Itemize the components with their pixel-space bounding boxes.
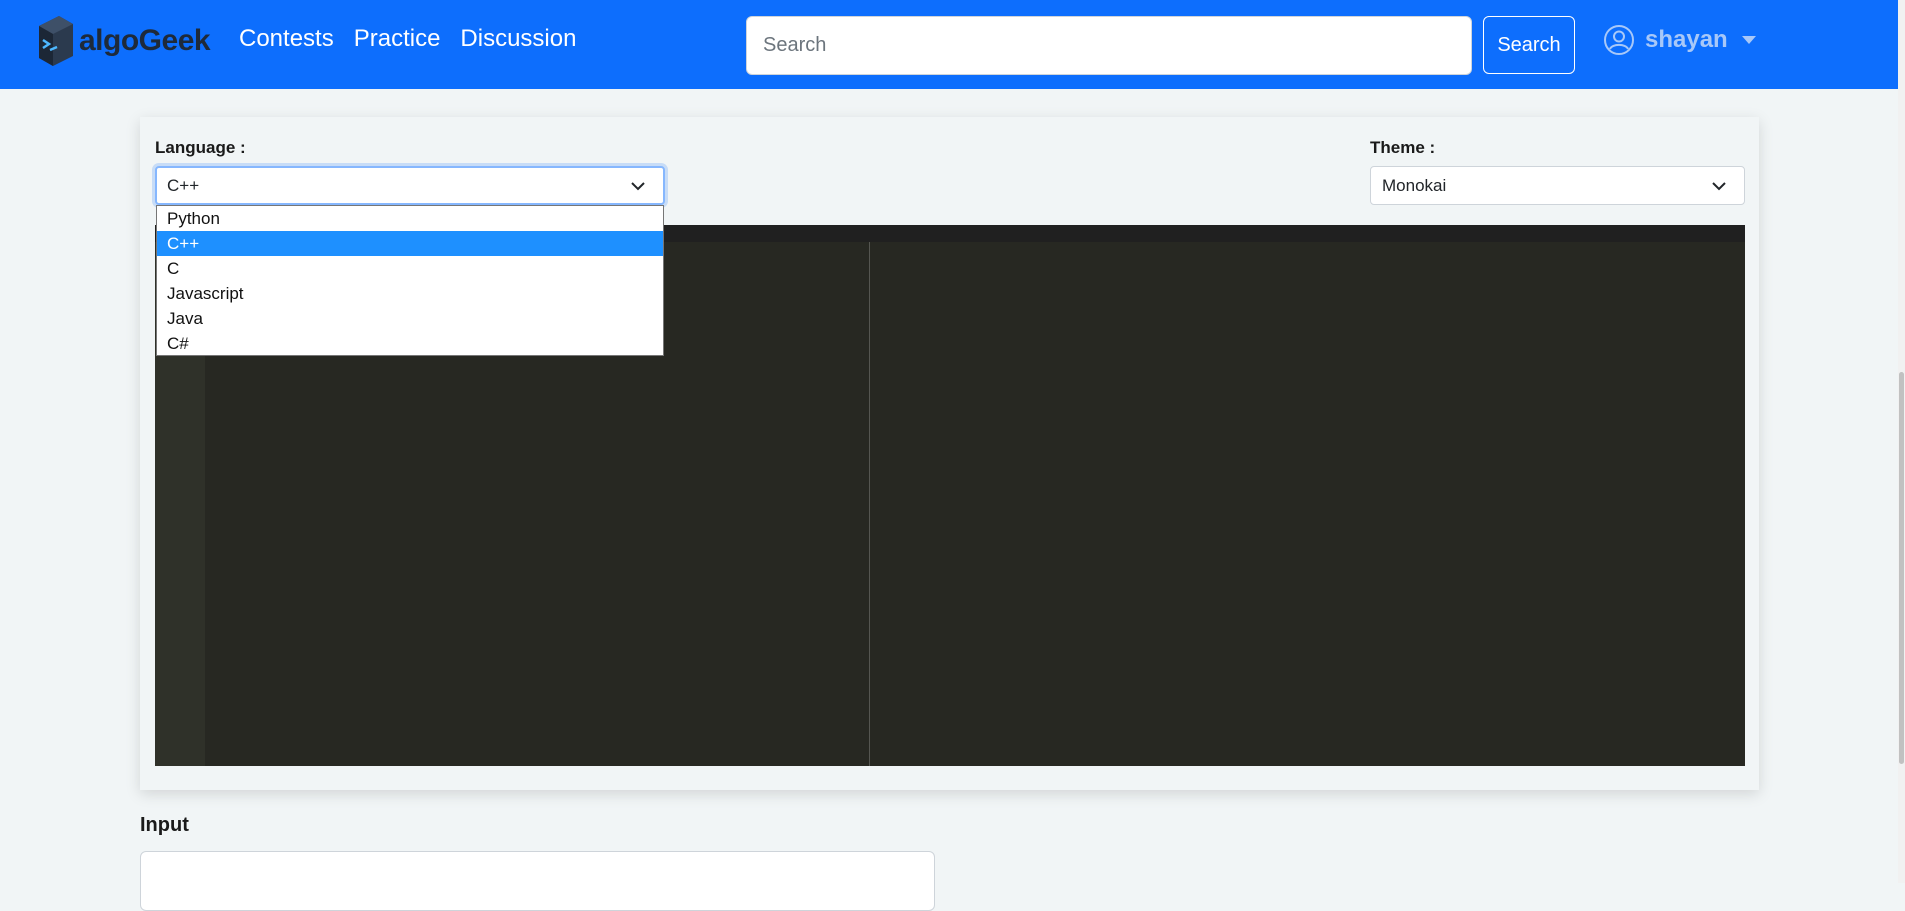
input-label: Input [140,814,189,836]
language-label: Language : [155,138,246,157]
nav-link-discussion[interactable]: Discussion [460,25,576,53]
brand-name: algoGeek [79,24,211,57]
language-select[interactable]: C++ [155,166,665,205]
user-name: shayan [1645,26,1728,53]
chevron-down-icon [631,181,645,190]
nav-link-practice[interactable]: Practice [354,25,441,53]
top-navbar: algoGeek Contests Practice Discussion Se… [0,0,1898,89]
language-option-csharp[interactable]: C# [157,331,663,356]
chevron-down-icon [1712,181,1726,190]
theme-label: Theme : [1370,138,1436,157]
language-option-cpp[interactable]: C++ [157,231,663,256]
search-input[interactable] [746,16,1472,75]
user-avatar-icon [1604,25,1634,55]
nav-link-contests[interactable]: Contests [239,25,334,53]
language-option-python[interactable]: Python [157,206,663,231]
theme-selected-value: Monokai [1382,175,1447,195]
user-menu[interactable]: shayan [1603,24,1756,56]
language-option-c[interactable]: C [157,256,663,281]
caret-down-icon [1741,36,1756,44]
language-selected-value: C++ [167,175,200,195]
scrollbar-thumb[interactable] [1899,372,1904,764]
brand[interactable]: algoGeek [33,12,211,70]
theme-select[interactable]: Monokai [1370,166,1745,205]
nav-links: Contests Practice Discussion [239,25,576,53]
language-dropdown-list: Python C++ C Javascript Java C# [156,205,664,356]
language-option-java[interactable]: Java [157,306,663,331]
algogeek-logo-icon [39,16,73,66]
input-textarea[interactable] [140,851,935,911]
search-button[interactable]: Search [1483,16,1575,74]
print-margin-line [869,242,870,766]
language-option-javascript[interactable]: Javascript [157,281,663,306]
